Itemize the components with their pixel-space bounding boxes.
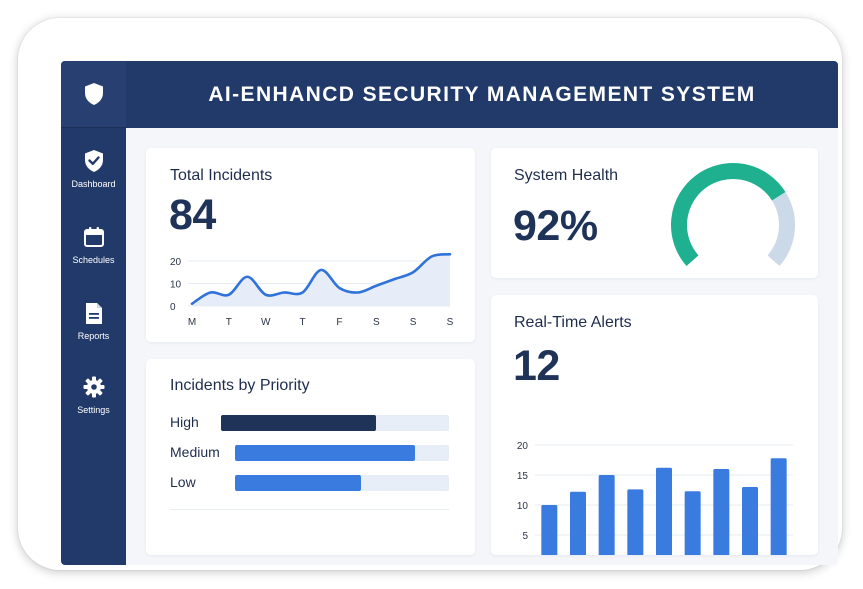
alerts-bar-chart: 05101520MTWTFSSSS xyxy=(517,441,793,555)
app-screen: AI-ENHANCD SECURITY MANAGEMENT SYSTEM Da… xyxy=(61,61,838,565)
tablet-frame: AI-ENHANCD SECURITY MANAGEMENT SYSTEM Da… xyxy=(18,18,842,570)
area-fill xyxy=(192,254,450,306)
alert-bar xyxy=(742,487,758,555)
alert-bar xyxy=(627,489,644,555)
sidebar-item-reports[interactable]: Reports xyxy=(61,300,126,360)
alert-bar xyxy=(541,505,558,555)
shield-check-icon xyxy=(83,148,105,174)
alert-bar xyxy=(656,467,672,555)
priority-label-high: High xyxy=(170,414,199,430)
alert-bar xyxy=(684,491,701,555)
document-icon xyxy=(84,300,104,326)
total-incidents-card: Total Incidents 84 0 10 20 M T W T F S S S xyxy=(146,148,475,342)
sidebar: Dashboard Schedules Reports Settings xyxy=(61,128,126,565)
y-tick-label: 10 xyxy=(170,280,182,291)
sidebar-item-dashboard[interactable]: Dashboard xyxy=(61,148,126,208)
alert-bar xyxy=(570,491,586,555)
gauge-track xyxy=(767,191,795,266)
x-tick-label: S xyxy=(410,317,417,328)
sidebar-item-schedules[interactable]: Schedules xyxy=(61,224,126,284)
health-gauge xyxy=(671,163,795,266)
priority-label-medium: Medium xyxy=(170,444,220,460)
alert-bar xyxy=(770,458,787,555)
y-tick-label: 10 xyxy=(517,501,529,512)
sidebar-item-label: Settings xyxy=(77,405,110,415)
app-title: AI-ENHANCD SECURITY MANAGEMENT SYSTEM xyxy=(208,82,756,106)
sidebar-item-label: Schedules xyxy=(72,255,115,265)
top-header: AI-ENHANCD SECURITY MANAGEMENT SYSTEM xyxy=(61,61,838,128)
calendar-icon xyxy=(83,224,105,250)
card-title: Incidents by Priority xyxy=(170,377,310,394)
alert-bar xyxy=(598,475,615,555)
y-tick-label: 0 xyxy=(170,302,176,313)
gear-icon xyxy=(83,374,105,400)
x-tick-label: W xyxy=(261,317,271,328)
x-tick-label: F xyxy=(336,317,342,328)
y-tick-label: 5 xyxy=(522,531,528,542)
alerts-card: Real-Time Alerts 12 05101520MTWTFSSSS xyxy=(491,295,818,555)
priority-divider xyxy=(170,509,449,510)
x-tick-label: M xyxy=(188,317,196,328)
y-tick-label: 20 xyxy=(170,257,182,268)
priority-label-low: Low xyxy=(170,474,196,490)
incidents-line-chart: 0 10 20 M T W T F S S S xyxy=(170,252,454,328)
y-tick-label: 15 xyxy=(517,471,529,482)
x-tick-label: T xyxy=(300,317,306,328)
shield-icon xyxy=(84,83,103,105)
priority-bar-medium xyxy=(235,445,415,461)
priority-bar-high xyxy=(221,415,377,431)
priority-card: Incidents by Priority High Medium Low xyxy=(146,359,475,555)
app-logo[interactable] xyxy=(61,61,126,128)
x-tick-label: T xyxy=(226,317,232,328)
sidebar-item-settings[interactable]: Settings xyxy=(61,374,126,434)
gauge-fill xyxy=(671,163,786,266)
x-tick-label: S xyxy=(447,317,454,328)
priority-bar-low xyxy=(235,475,362,491)
alert-bar xyxy=(713,469,730,555)
y-tick-label: 20 xyxy=(517,441,529,452)
system-health-card: System Health 92% xyxy=(491,148,818,278)
sidebar-item-label: Reports xyxy=(77,331,110,341)
x-tick-label: S xyxy=(373,317,380,328)
sidebar-item-label: Dashboard xyxy=(71,179,116,189)
